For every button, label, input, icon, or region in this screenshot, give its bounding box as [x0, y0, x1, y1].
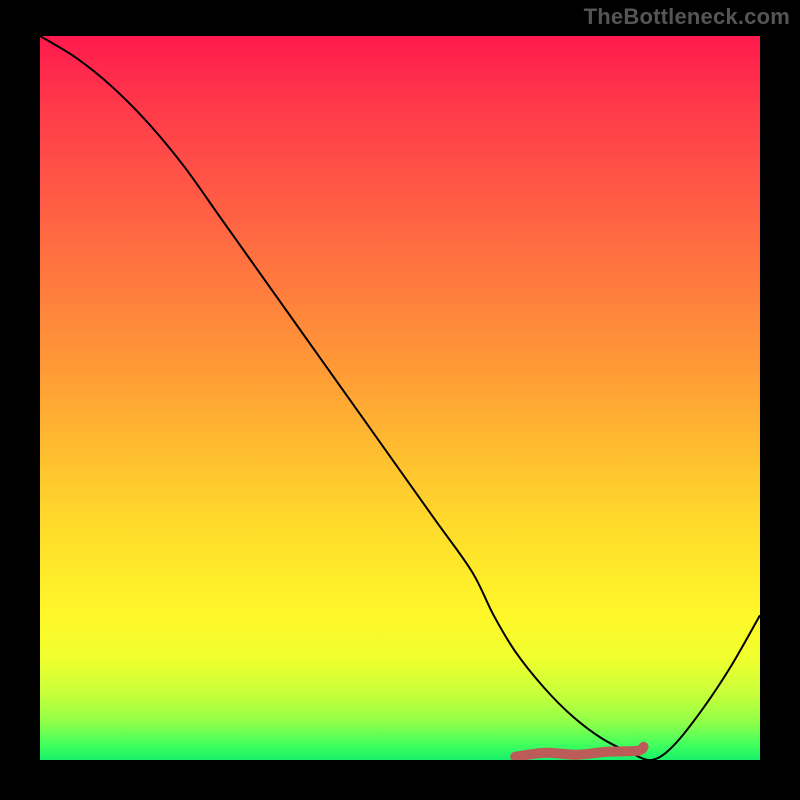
optimal-range-marker — [515, 747, 643, 757]
plot-area — [40, 36, 760, 760]
bottleneck-curve — [40, 36, 760, 760]
attribution-label: TheBottleneck.com — [584, 4, 790, 30]
chart-frame: TheBottleneck.com — [0, 0, 800, 800]
chart-svg — [40, 36, 760, 760]
